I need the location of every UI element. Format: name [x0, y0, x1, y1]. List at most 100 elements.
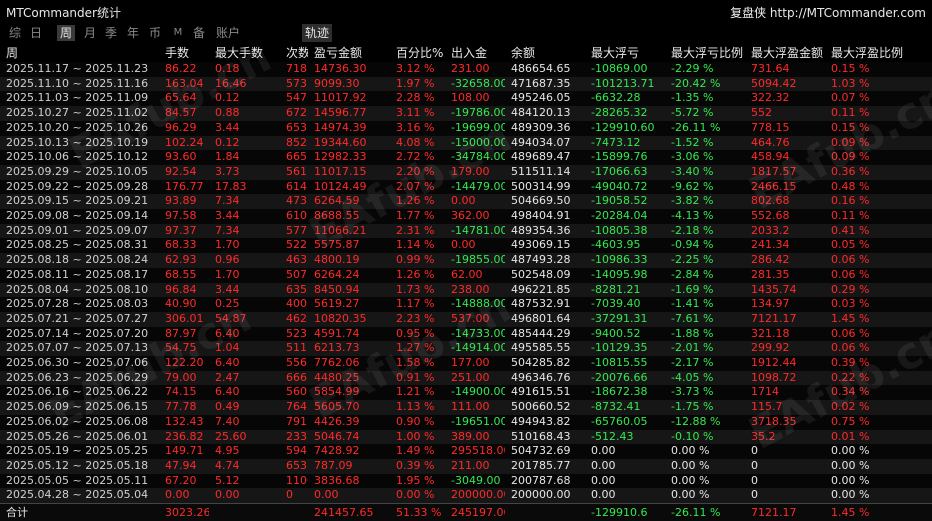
cell-deposit-withdrawal: 108.00	[451, 91, 490, 105]
table-row[interactable]: 2025.06.16 ~ 2025.06.22 74.15 6.40 560 5854.…	[0, 385, 932, 401]
table-row[interactable]: 2025.09.22 ~ 2025.09.28 176.77 17.83 614 101…	[0, 179, 932, 195]
cell-count: 672	[286, 106, 307, 120]
period-tab-all[interactable]: 综	[6, 25, 24, 41]
table-row[interactable]: 2025.07.07 ~ 2025.07.13 54.75 1.04 511 6213.…	[0, 341, 932, 357]
table-row[interactable]: 2025.05.05 ~ 2025.05.11 67.20 5.12 1106 3836…	[0, 473, 932, 489]
cell-max-floating-loss: -4603.95	[591, 238, 641, 252]
table-row[interactable]: 2025.08.04 ~ 2025.08.10 96.84 3.44 635 8450.…	[0, 282, 932, 298]
period-tab-week[interactable]: 周	[57, 25, 75, 41]
cell-week: 2025.11.03 ~ 2025.11.09	[6, 91, 149, 105]
table-row[interactable]: 2025.11.10 ~ 2025.11.16 163.04 16.46 573 909…	[0, 76, 932, 92]
cell-max-floating-profit: 134.97	[751, 297, 790, 311]
table-row[interactable]: 2025.08.25 ~ 2025.08.31 68.33 1.70 522 5575.…	[0, 238, 932, 254]
column-header-max-floating-profit-ratio[interactable]: 最大浮盈比例	[825, 45, 932, 62]
cell-max-floating-loss-ratio: -1.52 %	[671, 135, 714, 149]
cell-week: 2025.05.12 ~ 2025.05.18	[6, 458, 149, 472]
cell-max-floating-profit-ratio: 0.00 %	[831, 444, 870, 458]
table-row[interactable]: 2025.06.09 ~ 2025.06.15 77.78 0.49 764 5605.…	[0, 400, 932, 415]
column-header-balance[interactable]: 余额	[505, 45, 585, 62]
column-header-max-floating-loss-ratio[interactable]: 最大浮亏比例	[665, 45, 745, 62]
table-row[interactable]: 2025.09.29 ~ 2025.10.05 92.54 3.73 561 11017…	[0, 164, 932, 180]
cell-max-lots: 16.46	[215, 76, 247, 90]
cell-count: 573	[286, 76, 307, 90]
period-tab-m[interactable]: M	[169, 25, 187, 41]
table-row[interactable]: 2025.11.17 ~ 2025.11.23 86.22 0.18 718 14736…	[0, 62, 932, 77]
table-row[interactable]: 2025.05.26 ~ 2025.06.01 236.82 25.60 2335 50…	[0, 429, 932, 445]
cell-max-floating-profit: 321.18	[751, 326, 790, 340]
column-header-max-floating-loss[interactable]: 最大浮亏	[585, 45, 665, 62]
table-row[interactable]: 2025.04.28 ~ 2025.05.04 0.00 0.00 0 0.00 0.00…	[0, 488, 932, 504]
cell-pnl-percent: 1.17 %	[396, 297, 435, 311]
cell-max-floating-profit-ratio: 1.45 %	[831, 311, 870, 325]
cell-max-floating-loss-ratio: 0.00 %	[671, 458, 710, 472]
period-tab-notes[interactable]: 备	[190, 25, 208, 41]
cell-max-lots: 17.83	[215, 179, 247, 193]
cell-max-floating-profit: 0	[751, 488, 758, 502]
table-row[interactable]: 2025.07.14 ~ 2025.07.20 87.97 6.40 523 4591.…	[0, 326, 932, 342]
cell-max-lots: 1.04	[215, 341, 240, 355]
cell-week: 2025.09.08 ~ 2025.09.14	[6, 209, 149, 223]
table-row[interactable]: 2025.09.08 ~ 2025.09.14 97.58 3.44 610 8688.…	[0, 209, 932, 224]
table-row[interactable]: 2025.06.02 ~ 2025.06.08 132.43 7.40 791 4426…	[0, 414, 932, 430]
table-row[interactable]: 2025.09.01 ~ 2025.09.07 97.37 7.34 577 11066…	[0, 223, 932, 239]
cell-max-lots: 0.12	[215, 135, 240, 149]
column-header-deposit-withdrawal[interactable]: 出入金	[445, 45, 505, 62]
cell-max-floating-loss-ratio: -1.41 %	[671, 297, 714, 311]
column-header-lots[interactable]: 手数	[159, 45, 209, 62]
table-row[interactable]: 2025.08.18 ~ 2025.08.24 62.93 0.96 463 4800.…	[0, 253, 932, 268]
cell-week: 2025.07.28 ~ 2025.08.03	[6, 297, 149, 311]
cell-week: 2025.10.06 ~ 2025.10.12	[6, 150, 149, 164]
period-tab-year[interactable]: 年	[124, 25, 142, 41]
table-row[interactable]: 2025.08.11 ~ 2025.08.17 68.55 1.70 507 6264.…	[0, 267, 932, 283]
brand-url[interactable]: http://MTCommander.com	[770, 6, 926, 20]
column-header-max-floating-profit[interactable]: 最大浮盈金额	[745, 45, 825, 62]
cell-max-lots: 7.40	[215, 414, 240, 428]
cell-max-lots: 6.40	[215, 356, 240, 370]
table-row[interactable]: 2025.10.06 ~ 2025.10.12 93.60 1.84 665 12982…	[0, 150, 932, 165]
period-tab-month[interactable]: 月	[81, 25, 99, 41]
cell-max-floating-profit: 7121.17	[751, 311, 797, 325]
table-row[interactable]: 2025.11.03 ~ 2025.11.09 65.64 0.12 547 11017…	[0, 91, 932, 107]
cell-deposit-withdrawal: -15000.00	[451, 135, 505, 149]
cell-max-lots: 3.44	[215, 120, 240, 134]
cell-week: 2025.07.14 ~ 2025.07.20	[6, 326, 149, 340]
table-row[interactable]: 2025.10.20 ~ 2025.10.26 96.29 3.44 653 14974…	[0, 120, 932, 136]
cell-max-lots: 1.70	[215, 267, 240, 281]
cell-pnl-amount: 0.00	[314, 488, 339, 502]
period-tab-day[interactable]: 日	[27, 25, 45, 41]
period-tab-currency[interactable]: 币	[146, 25, 164, 41]
trace-button[interactable]: 轨迹	[302, 24, 332, 42]
period-tab-account[interactable]: 账户	[214, 25, 242, 41]
cell-pnl-amount: 6213.73	[314, 341, 360, 355]
cell-pnl-amount: 14736.30	[314, 62, 367, 75]
cell-max-floating-loss: -17066.63	[591, 164, 648, 178]
table-row[interactable]: 2025.10.27 ~ 2025.11.02 84.57 0.88 672 14596…	[0, 106, 932, 121]
column-header-count[interactable]: 次数	[280, 45, 308, 62]
cell-max-floating-loss: -49040.72	[591, 179, 648, 193]
table-row[interactable]: 2025.07.21 ~ 2025.07.27 306.01 54.87 462 108…	[0, 311, 932, 327]
table-row[interactable]: 2025.05.19 ~ 2025.05.25 149.71 4.95 594 7428…	[0, 444, 932, 459]
cell-pnl-percent: 2.31 %	[396, 223, 435, 237]
period-tab-quarter[interactable]: 季	[102, 25, 120, 41]
cell-count: 473	[286, 194, 307, 208]
cell-max-floating-profit-ratio: 0.15 %	[831, 120, 870, 134]
column-header-pnl-amount[interactable]: 盈亏金额	[308, 45, 390, 62]
cell-deposit-withdrawal: -14479.00	[451, 179, 505, 193]
cell-pnl-percent: 3.11 %	[396, 106, 435, 120]
table-row[interactable]: 2025.10.13 ~ 2025.10.19 102.24 0.12 852 1934…	[0, 135, 932, 151]
cell-lots: 132.43	[165, 414, 204, 428]
table-row[interactable]: 2025.06.30 ~ 2025.07.06 122.20 6.40 556 7762…	[0, 356, 932, 371]
cell-max-floating-loss-ratio: -5.72 %	[671, 106, 714, 120]
column-header-pnl-percent[interactable]: 百分比%	[390, 45, 445, 62]
table-row[interactable]: 2025.09.15 ~ 2025.09.21 93.89 7.34 473 6264.…	[0, 194, 932, 210]
cell-week: 2025.04.28 ~ 2025.05.04	[6, 488, 149, 502]
table-row[interactable]: 2025.07.28 ~ 2025.08.03 40.90 0.25 400 5619.…	[0, 297, 932, 312]
cell-max-lots: 7.34	[215, 223, 240, 237]
table-row[interactable]: 2025.06.23 ~ 2025.06.29 79.00 2.47 666 4480.…	[0, 370, 932, 386]
cell-max-floating-loss: -28265.32	[591, 106, 648, 120]
total-lots: 3023.26	[159, 503, 209, 521]
column-header-max-lots[interactable]: 最大手数	[209, 45, 280, 62]
table-row[interactable]: 2025.05.12 ~ 2025.05.18 47.94 4.74 653 787.0…	[0, 458, 932, 474]
column-header-week[interactable]: 周	[0, 45, 159, 62]
brand-link[interactable]: 复盘侠 http://MTCommander.com	[730, 4, 926, 21]
